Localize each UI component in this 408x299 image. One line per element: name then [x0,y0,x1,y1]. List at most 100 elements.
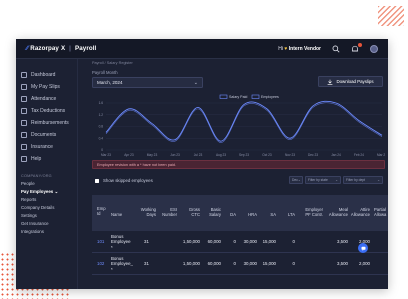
column-header: HRA [248,212,257,217]
gross-ctc-cell: 1,50,000 [182,261,200,266]
download-payslips-label: Download Payslips [336,79,374,84]
filter-select-period[interactable]: Dec ⌄ [289,176,303,184]
legend-swatch [251,94,260,99]
brand-logo[interactable]: ⁄⁄ Razorpay X | Payroll [26,45,96,52]
x-tick-label: Feb 24 [354,153,364,157]
notifications-button[interactable] [351,42,362,53]
sidebar-item-reimbursements[interactable]: Reimbursements [16,117,77,129]
sidebar-item-documents[interactable]: Documents [16,129,77,141]
decorative-stripes [378,6,404,26]
sidebar-item-label: Attendance [31,96,57,102]
sidebar-item-label: My Pay Slips [31,84,60,90]
lta-cell: 0 [292,239,295,244]
avatar[interactable] [370,44,378,53]
emp-id-cell[interactable]: 102 [97,261,104,266]
sidebar: Dashboard My Pay Slips Attendance Tax De… [16,59,78,289]
name-cell: Bonus Employee * [111,234,131,250]
x-tick-label: Apr 23 [124,153,134,157]
chat-button[interactable] [358,243,368,253]
top-bar: ⁄⁄ Razorpay X | Payroll Hi ♥ Intern Vendo… [16,39,388,59]
emp-id-cell[interactable]: 101 [97,239,104,244]
column-header: Emp Id [97,206,106,217]
sidebar-section-title: COMPANY/ORG [21,174,52,178]
y-tick-label: 1.2 [99,113,104,117]
sidebar-link-get-insurance[interactable]: Get Insurance [16,220,77,228]
sidebar-link-integrations[interactable]: Integrations [16,228,77,236]
app-window: ⁄⁄ Razorpay X | Payroll Hi ♥ Intern Vendo… [16,39,388,289]
column-header: Basic Salary [209,207,221,218]
meal-allowance-cell: 3,500 [337,261,348,266]
y-tick-label: 1.6 [99,101,104,105]
table-header: Emp Id Name Working Days ESI Number Gros… [92,195,388,231]
x-tick-label: Jun 23 [170,153,180,157]
brand-name: Razorpay [30,45,59,52]
column-header: Name [111,212,123,217]
table-row[interactable]: 102 Bonus Employee_ * 31 1,50,000 60,000… [92,253,388,275]
sidebar-item-label: Reimbursements [31,120,69,126]
main-content: Payroll / Salary Register Payroll Month … [79,59,388,289]
user-name: Intern Vendor [288,45,321,52]
greeting: Hi ♥ Intern Vendor [278,46,321,52]
x-tick-label: Mar 24 [377,153,385,157]
sidebar-item-pay-slips[interactable]: My Pay Slips [16,81,77,93]
brand-separator: | [69,45,72,52]
y-tick-label: 0 [101,148,103,152]
search-icon[interactable] [332,45,340,53]
greeting-text: Hi [278,45,284,52]
sidebar-link-pay-employees[interactable]: Pay Employees ⌄ [16,188,77,196]
x-tick-label: Oct 23 [262,153,272,157]
payroll-month-select[interactable]: March, 2024 ⌄ [92,77,203,88]
chevron-down-icon: ⌄ [54,189,59,194]
x-tick-label: Aug 23 [216,153,226,157]
gross-ctc-cell: 1,50,000 [182,239,200,244]
column-header: ESI Number [162,207,177,218]
sidebar-item-attendance[interactable]: Attendance [16,93,77,105]
sidebar-link-people[interactable]: People [16,180,77,188]
unpaid-alert: Employee revision with a * have not been… [92,160,385,169]
download-payslips-button[interactable]: Download Payslips [318,76,383,87]
sidebar-link-reports[interactable]: Reports [16,196,77,204]
sidebar-item-dashboard[interactable]: Dashboard [16,69,77,81]
filter-dept-value: Filter by dept [346,178,366,182]
sidebar-link-settings[interactable]: Settings [16,212,77,220]
attendance-icon [21,96,27,102]
sidebar-item-label: Insurance [31,144,53,150]
show-skipped-label: Show skipped employees [103,177,153,183]
legend-label: Salary Paid [229,95,247,99]
column-header: DA [230,212,236,217]
insurance-icon [21,144,27,150]
sidebar-item-help[interactable]: Help [16,153,77,165]
da-cell: 0 [233,239,236,244]
sidebar-item-label: Tax Deductions [31,108,66,114]
column-header: Meal Allowance [328,207,348,218]
column-header: Gross CTC [188,207,200,218]
tax-icon [21,108,27,114]
x-tick-label: Jul 23 [194,153,203,157]
notification-badge [358,42,362,47]
chevron-down-icon: ⌄ [377,178,380,182]
document-icon [21,132,27,138]
sa-cell: 15,000 [262,239,276,244]
hra-cell: 30,000 [243,239,257,244]
chevron-down-icon: ⌄ [335,178,338,182]
dashboard-icon [21,72,27,78]
x-tick-label: Dec 23 [308,153,318,157]
sidebar-link-company-details[interactable]: Company Details [16,204,77,212]
filter-select-state[interactable]: Filter by state ⌄ [305,176,341,184]
download-icon [328,79,333,85]
column-header: Partial Allowa [374,207,387,218]
salary-chart: Salary Paid Employees 1.6 1.2 0.8 0.4 0Mar 23 A… [99,94,385,157]
wave-icon: ♥ [284,45,288,52]
sidebar-item-insurance[interactable]: Insurance [16,141,77,153]
show-skipped-checkbox[interactable] [95,179,99,183]
y-tick-label: 0.4 [99,136,104,140]
filter-select-dept[interactable]: Filter by dept ⌄ [343,176,383,184]
table-row[interactable]: 101 Bonus Employee * 31 1,50,000 60,000 … [92,231,388,253]
sidebar-item-label: Documents [31,132,57,138]
chat-icon [361,246,365,251]
column-header: SA [270,212,276,217]
lta-cell: 0 [292,261,295,266]
filter-state-value: Filter by state [308,178,328,182]
column-header: Attire Allowance [350,207,370,218]
sidebar-item-tax-deductions[interactable]: Tax Deductions [16,105,77,117]
